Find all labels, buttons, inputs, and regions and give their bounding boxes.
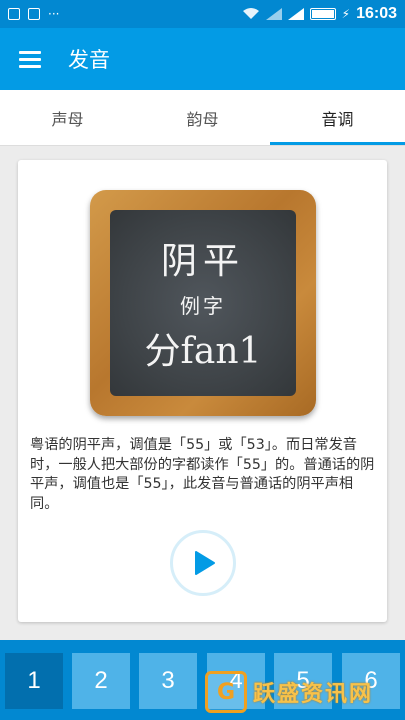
tone-button-1[interactable]: 1 <box>5 653 63 709</box>
lock-notification-icon <box>28 8 40 20</box>
notification-icons: ··· <box>8 7 59 21</box>
chalkboard: 阴平 例字 分fan1 <box>110 210 296 396</box>
clock: 16:03 <box>356 5 397 22</box>
watermark: G 跃盛资讯网 <box>205 668 400 716</box>
tone-name: 阴平 <box>160 241 245 282</box>
chalkboard-image: 阴平 例字 分fan1 <box>90 190 316 416</box>
chalkboard-frame: 阴平 例字 分fan1 <box>90 190 316 416</box>
battery-icon <box>309 8 336 20</box>
tab-finals[interactable]: 韵母 <box>135 90 270 145</box>
tab-initials[interactable]: 声母 <box>0 90 135 145</box>
signal-icon-2 <box>287 8 304 20</box>
wifi-icon <box>242 8 259 19</box>
tab-bar: 声母 韵母 音调 <box>0 90 405 146</box>
menu-icon[interactable] <box>0 28 60 90</box>
more-notifications-icon: ··· <box>48 7 60 21</box>
tone-button-2[interactable]: 2 <box>72 653 130 709</box>
watermark-logo-icon: G <box>205 671 247 713</box>
app-bar: 发音 <box>0 28 405 90</box>
system-icons: ⚡ 16:03 <box>242 5 397 23</box>
image-notification-icon <box>8 8 20 20</box>
play-button[interactable] <box>170 530 236 596</box>
tone-description: 粤语的阴平声，调值是「55」或「53」。而日常发音时，一般人把大部份的字都读作「… <box>30 437 375 512</box>
page-title: 发音 <box>68 48 110 72</box>
tone-button-3[interactable]: 3 <box>139 653 197 709</box>
status-bar: ··· ⚡ 16:03 <box>0 0 405 28</box>
example-label: 例字 <box>180 294 226 318</box>
signal-icon <box>265 8 282 20</box>
play-icon <box>195 551 215 575</box>
watermark-text: 跃盛资讯网 <box>253 682 374 707</box>
charging-icon: ⚡ <box>341 7 351 21</box>
tab-tones[interactable]: 音调 <box>270 90 405 145</box>
example-word: 分fan1 <box>144 331 262 372</box>
tone-card: 阴平 例字 分fan1 粤语的阴平声，调值是「55」或「53」。而日常发音时，一… <box>18 160 387 622</box>
